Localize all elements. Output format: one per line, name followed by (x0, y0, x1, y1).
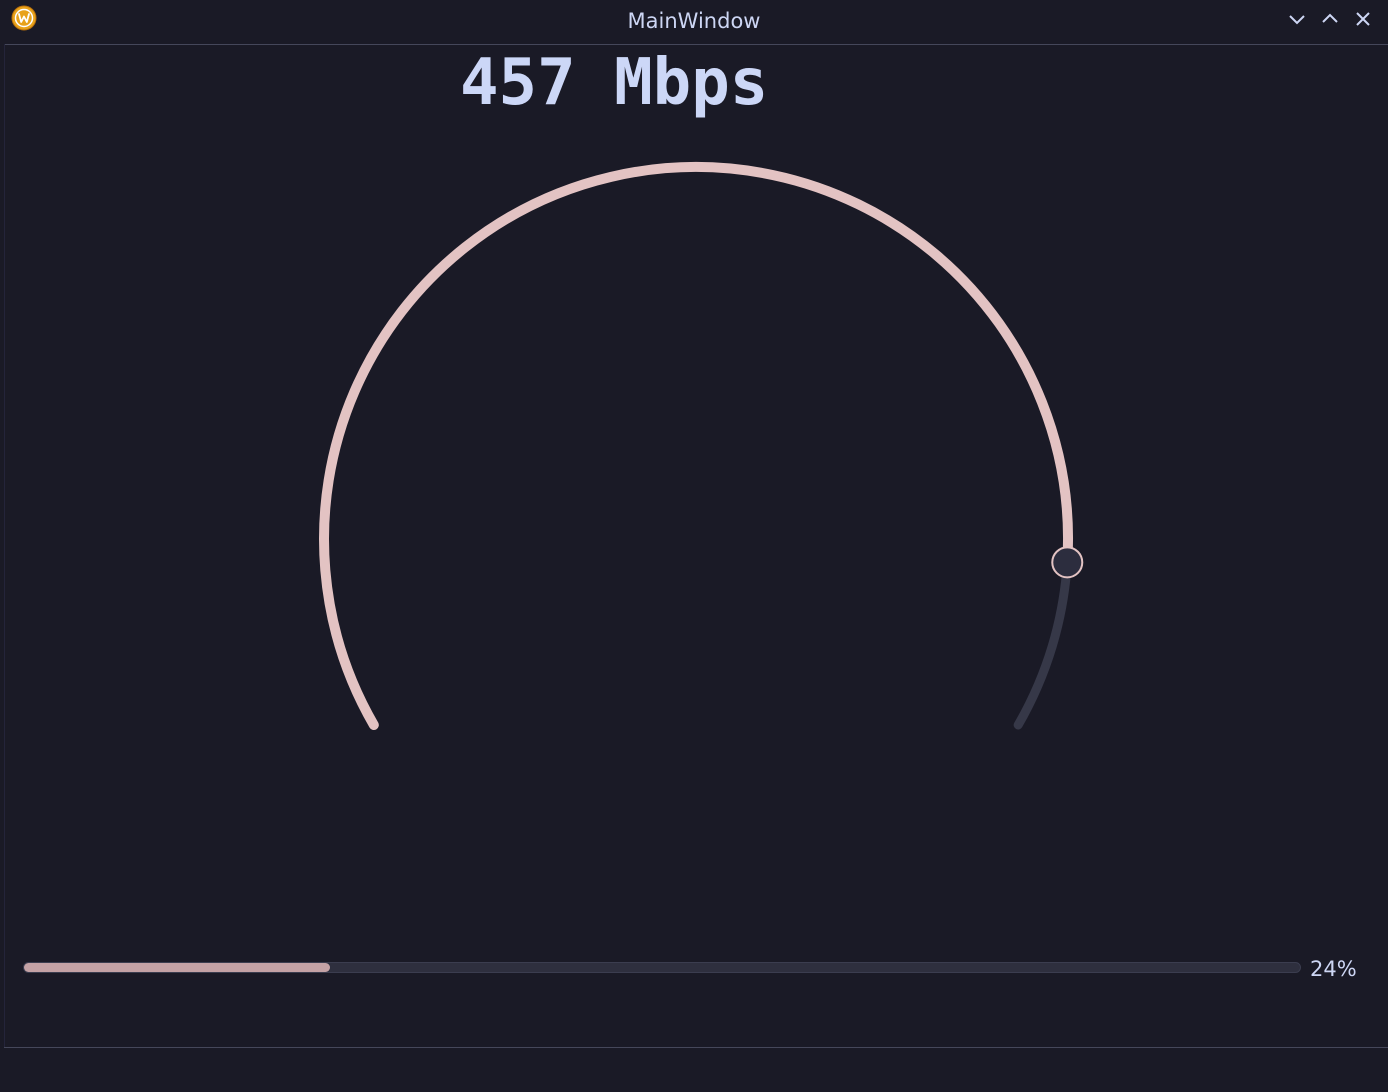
dial-track-active (319, 162, 1073, 730)
dial-track-inactive (1013, 557, 1072, 730)
dial-handle[interactable] (1051, 546, 1084, 579)
progress-bar-fill (24, 963, 331, 972)
status-bar (4, 1047, 1388, 1092)
main-window: MainWindow 457 Mbps 24% (0, 0, 1388, 1092)
progress-percent-label: 24% (1310, 957, 1357, 981)
speed-dial[interactable] (0, 0, 1388, 1092)
progress-bar (23, 962, 1301, 973)
